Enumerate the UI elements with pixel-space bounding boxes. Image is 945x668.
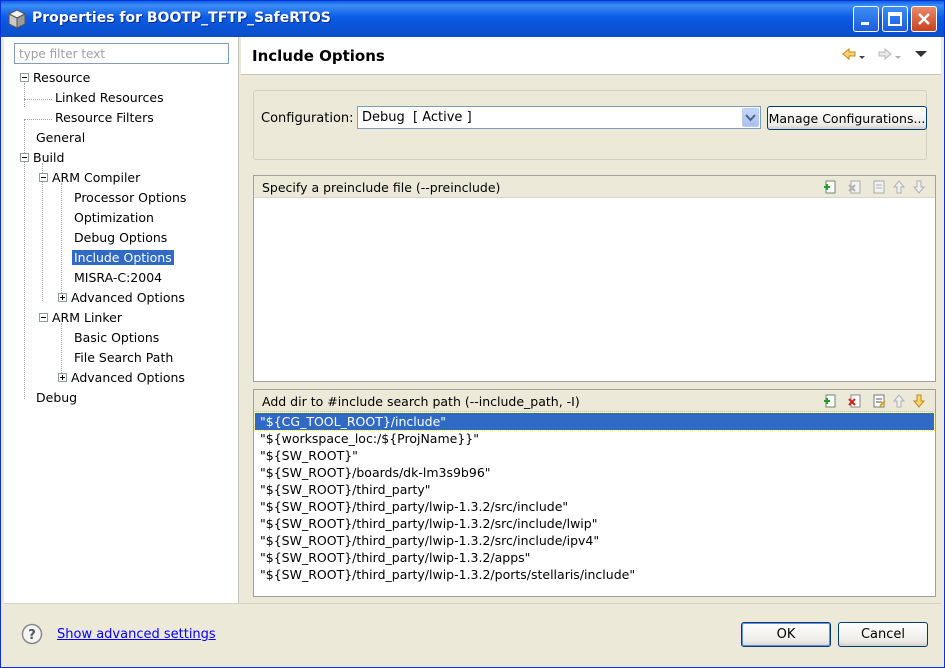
include-path-header: Add dir to #include search path (--inclu… (254, 390, 935, 412)
list-item[interactable]: "${SW_ROOT}/boards/dk-lm3s9b96" (255, 464, 934, 481)
help-icon[interactable]: ? (21, 623, 43, 645)
add-icon[interactable] (823, 179, 839, 195)
tree-item-optimization[interactable]: Optimization (72, 209, 156, 227)
cube-icon (7, 9, 27, 29)
title-bar[interactable]: Properties for BOOTP_TFTP_SafeRTOS (1, 1, 944, 37)
tree-item-compiler-advanced-options[interactable]: Advanced Options (58, 289, 187, 307)
collapse-icon[interactable] (39, 173, 48, 182)
collapse-icon[interactable] (20, 153, 29, 162)
preinclude-list[interactable] (254, 199, 935, 381)
include-path-panel: Add dir to #include search path (--inclu… (253, 389, 936, 597)
tree-item-resource[interactable]: Resource (20, 69, 92, 87)
delete-icon[interactable] (847, 179, 863, 195)
configuration-label: Configuration: (261, 111, 354, 126)
list-item[interactable]: "${SW_ROOT}/third_party/lwip-1.3.2/apps" (255, 549, 934, 566)
tree-item-linked-resources[interactable]: Linked Resources (53, 89, 166, 107)
tree-item-arm-linker[interactable]: ARM Linker (39, 309, 124, 327)
tree-item-basic-options[interactable]: Basic Options (72, 329, 161, 347)
tree-item-arm-compiler[interactable]: ARM Compiler (39, 169, 142, 187)
dropdown-arrow-icon[interactable] (742, 108, 759, 127)
tree-item-misra-c[interactable]: MISRA-C:2004 (72, 269, 164, 287)
list-item[interactable]: "${SW_ROOT}/third_party/lwip-1.3.2/src/i… (255, 532, 934, 549)
forward-dropdown-icon[interactable] (895, 50, 901, 64)
tree-item-file-search-path[interactable]: File Search Path (72, 349, 175, 367)
include-path-title: Add dir to #include search path (--inclu… (262, 394, 580, 409)
tree-item-debug-options[interactable]: Debug Options (72, 229, 169, 247)
list-item[interactable]: "${SW_ROOT}/third_party/lwip-1.3.2/src/i… (255, 498, 934, 515)
properties-dialog: Properties for BOOTP_TFTP_SafeRTOS Resou… (0, 0, 945, 668)
list-item[interactable]: "${CG_TOOL_ROOT}/include" (254, 412, 935, 431)
show-advanced-settings-link[interactable]: Show advanced settings (57, 627, 216, 642)
tree-item-general[interactable]: General (34, 129, 87, 147)
view-menu-icon[interactable] (915, 48, 927, 62)
tree-item-debug[interactable]: Debug (34, 389, 79, 407)
back-arrow-icon[interactable] (841, 46, 857, 65)
property-page: Include Options Configuration: Debug [A… (241, 37, 941, 603)
page-title: Include Options (252, 47, 385, 65)
minimize-button[interactable] (853, 6, 879, 32)
maximize-button[interactable] (882, 6, 908, 32)
preinclude-header: Specify a preinclude file (--preinclude) (254, 176, 935, 198)
dialog-footer: ? Show advanced settings OK Cancel (4, 603, 941, 665)
preinclude-panel: Specify a preinclude file (--preinclude) (253, 175, 936, 382)
category-panel: Resource Linked Resources Resource Filte… (4, 37, 239, 603)
expand-icon[interactable] (58, 373, 67, 382)
page-navigation (841, 46, 931, 64)
tree-item-include-options[interactable]: Include Options (72, 249, 174, 267)
page-header: Include Options (241, 37, 941, 75)
list-item[interactable]: "${SW_ROOT}" (255, 447, 934, 464)
move-down-icon[interactable] (911, 179, 927, 195)
forward-arrow-icon[interactable] (877, 46, 893, 65)
collapse-icon[interactable] (20, 73, 29, 82)
list-item[interactable]: "${SW_ROOT}/third_party/lwip-1.3.2/src/i… (255, 515, 934, 532)
edit-icon[interactable] (871, 179, 887, 195)
configuration-value: Debug [ Active ] (362, 110, 472, 125)
tree-item-build[interactable]: Build (20, 149, 66, 167)
cancel-button[interactable]: Cancel (838, 622, 928, 647)
tree-item-processor-options[interactable]: Processor Options (72, 189, 188, 207)
list-item[interactable]: "${workspace_loc:/${ProjName}}" (255, 430, 934, 447)
add-icon[interactable] (823, 393, 839, 409)
svg-text:?: ? (28, 628, 36, 643)
filter-input[interactable] (14, 43, 229, 64)
window-title: Properties for BOOTP_TFTP_SafeRTOS (32, 10, 331, 26)
list-item[interactable]: "${SW_ROOT}/third_party" (255, 481, 934, 498)
move-up-icon[interactable] (891, 393, 907, 409)
ok-button[interactable]: OK (741, 622, 831, 647)
edit-icon[interactable] (871, 393, 887, 409)
minimize-icon (861, 22, 869, 25)
back-dropdown-icon[interactable] (859, 50, 865, 64)
maximize-icon (888, 12, 902, 26)
move-down-icon[interactable] (911, 393, 927, 409)
tree-item-linker-advanced-options[interactable]: Advanced Options (58, 369, 187, 387)
list-item[interactable]: "${SW_ROOT}/third_party/lwip-1.3.2/ports… (255, 566, 934, 583)
delete-icon[interactable] (847, 393, 863, 409)
preinclude-toolbar (821, 179, 931, 195)
close-icon (918, 13, 930, 25)
configuration-select[interactable]: Debug [ Active ] (357, 106, 761, 129)
configuration-group: Configuration: Debug [ Active ] Manage C… (253, 90, 927, 160)
collapse-icon[interactable] (39, 313, 48, 322)
include-path-toolbar (821, 393, 931, 409)
move-up-icon[interactable] (891, 179, 907, 195)
preinclude-title: Specify a preinclude file (--preinclude) (262, 180, 501, 195)
tree-item-resource-filters[interactable]: Resource Filters (53, 109, 156, 127)
close-button[interactable] (911, 6, 937, 32)
manage-configurations-button[interactable]: Manage Configurations... (767, 106, 927, 130)
expand-icon[interactable] (58, 293, 67, 302)
